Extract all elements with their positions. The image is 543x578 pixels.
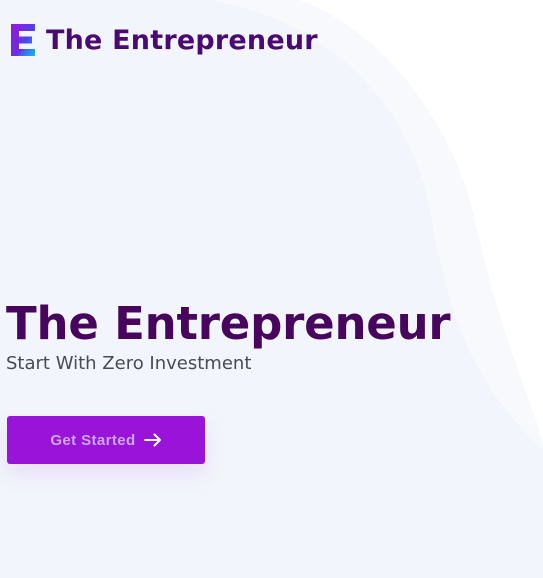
arrow-right-icon	[143, 433, 162, 447]
brand-name[interactable]: The Entrepreneur	[46, 25, 318, 56]
get-started-label: Get Started	[50, 431, 136, 449]
hero-section: The Entrepreneur Start With Zero Investm…	[6, 296, 451, 376]
hero-title: The Entrepreneur	[6, 297, 451, 350]
site-header: The Entrepreneur	[8, 20, 318, 60]
background-wave-shape	[0, 0, 543, 578]
hero-subtitle: Start With Zero Investment	[6, 353, 252, 374]
e-letter-logo-icon[interactable]	[8, 21, 38, 59]
get-started-button[interactable]: Get Started	[7, 416, 205, 464]
